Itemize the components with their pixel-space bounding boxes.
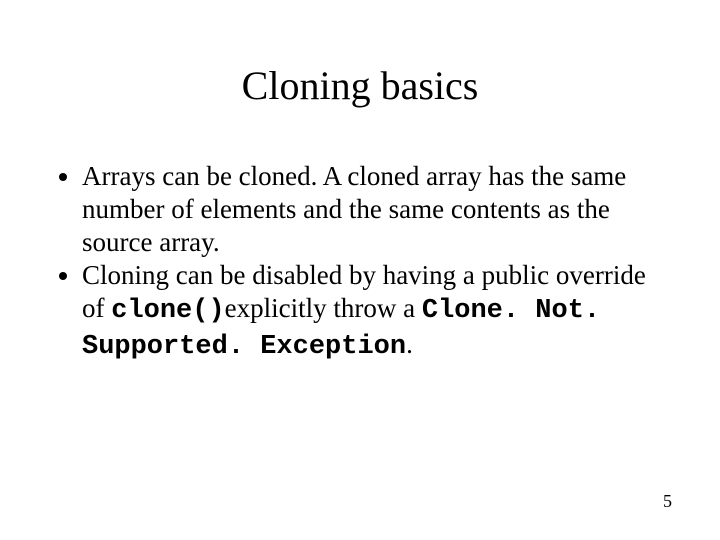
bullet-text: explicitly throw a bbox=[225, 293, 422, 323]
slide-title: Cloning basics bbox=[0, 62, 720, 109]
list-item: Cloning can be disabled by having a publ… bbox=[82, 259, 666, 364]
bullet-text: . bbox=[406, 329, 413, 359]
code-inline: clone() bbox=[111, 296, 224, 326]
page-number: 5 bbox=[663, 491, 672, 512]
list-item: Arrays can be cloned. A cloned array has… bbox=[82, 160, 666, 259]
slide-body: Arrays can be cloned. A cloned array has… bbox=[54, 160, 666, 364]
bullet-list: Arrays can be cloned. A cloned array has… bbox=[54, 160, 666, 364]
bullet-text: Arrays can be cloned. A cloned array has… bbox=[82, 161, 626, 257]
slide: Cloning basics Arrays can be cloned. A c… bbox=[0, 0, 720, 540]
